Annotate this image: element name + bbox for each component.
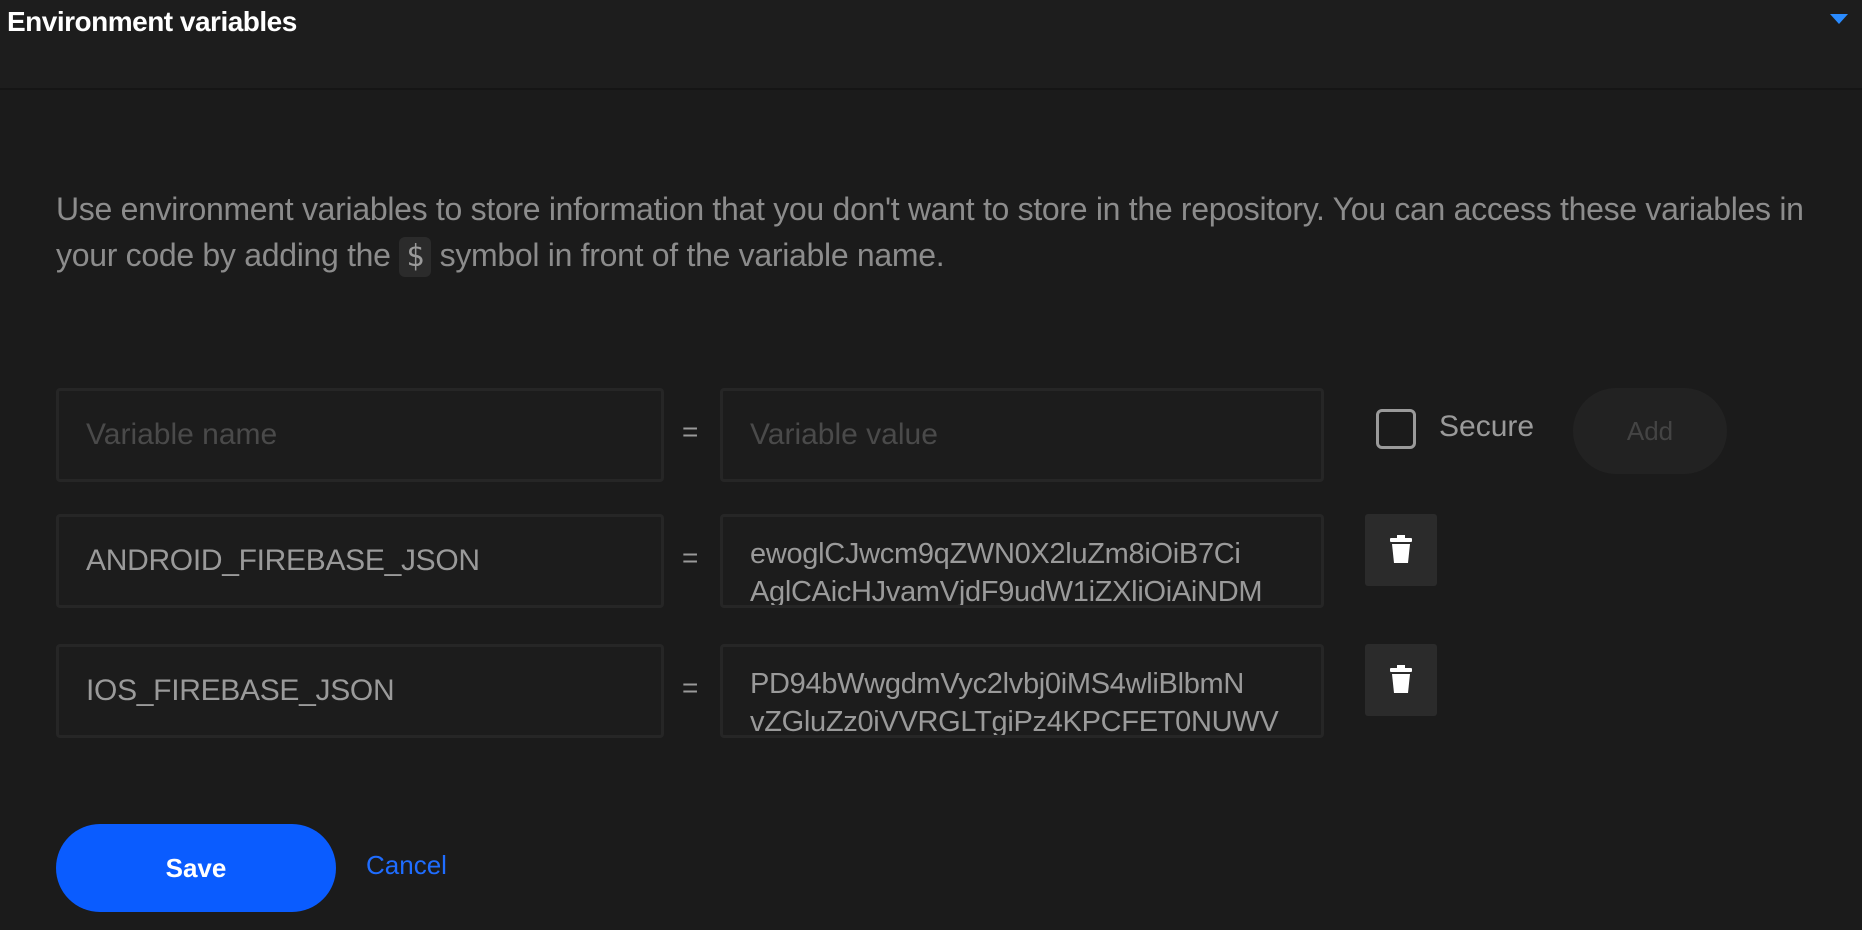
variable-name-field[interactable] [56, 388, 664, 482]
description-after: symbol in front of the variable name. [431, 237, 945, 273]
variable-value-text: PD94bWwgdmVyc2lvbj0iMS4wliBlbmN vZGluZz0… [750, 668, 1279, 738]
delete-variable-button[interactable] [1365, 644, 1437, 716]
save-button[interactable]: Save [56, 824, 336, 912]
secure-checkbox[interactable] [1376, 409, 1416, 449]
equals-sign: = [682, 672, 699, 703]
trash-icon [1390, 535, 1412, 563]
cancel-link[interactable]: Cancel [366, 850, 447, 881]
delete-variable-button[interactable] [1365, 514, 1437, 586]
variable-name-input[interactable] [59, 391, 661, 479]
variable-value-field[interactable] [720, 388, 1324, 482]
variable-name-field[interactable]: ANDROID_FIREBASE_JSON [56, 514, 664, 608]
variable-row: IOS_FIREBASE_JSON = PD94bWwgdmVyc2lvbj0i… [56, 644, 1756, 744]
equals-sign: = [682, 416, 699, 447]
description-text: Use environment variables to store infor… [56, 186, 1826, 278]
section-title: Environment variables [7, 6, 297, 37]
variable-value-input[interactable] [723, 391, 1321, 479]
variable-name-value: IOS_FIREBASE_JSON [86, 674, 395, 707]
dollar-symbol-chip: $ [399, 237, 432, 277]
secure-label: Secure [1439, 410, 1535, 443]
variable-name-field[interactable]: IOS_FIREBASE_JSON [56, 644, 664, 738]
variable-row: ANDROID_FIREBASE_JSON = ewoglCJwcm9qZWN0… [56, 514, 1756, 614]
trash-icon [1390, 665, 1412, 693]
variable-value-field[interactable]: ewoglCJwcm9qZWN0X2luZm8iOiB7Ci AglCAicHJ… [720, 514, 1324, 608]
variable-name-value: ANDROID_FIREBASE_JSON [86, 544, 480, 577]
equals-sign: = [682, 542, 699, 573]
add-button[interactable]: Add [1573, 388, 1727, 474]
new-variable-row: = Secure Add [56, 388, 1756, 488]
variable-value-field[interactable]: PD94bWwgdmVyc2lvbj0iMS4wliBlbmN vZGluZz0… [720, 644, 1324, 738]
variable-value-text: ewoglCJwcm9qZWN0X2luZm8iOiB7Ci AglCAicHJ… [750, 538, 1263, 608]
collapse-triangle-icon[interactable] [1830, 14, 1848, 24]
section-header: Environment variables [0, 0, 1862, 90]
